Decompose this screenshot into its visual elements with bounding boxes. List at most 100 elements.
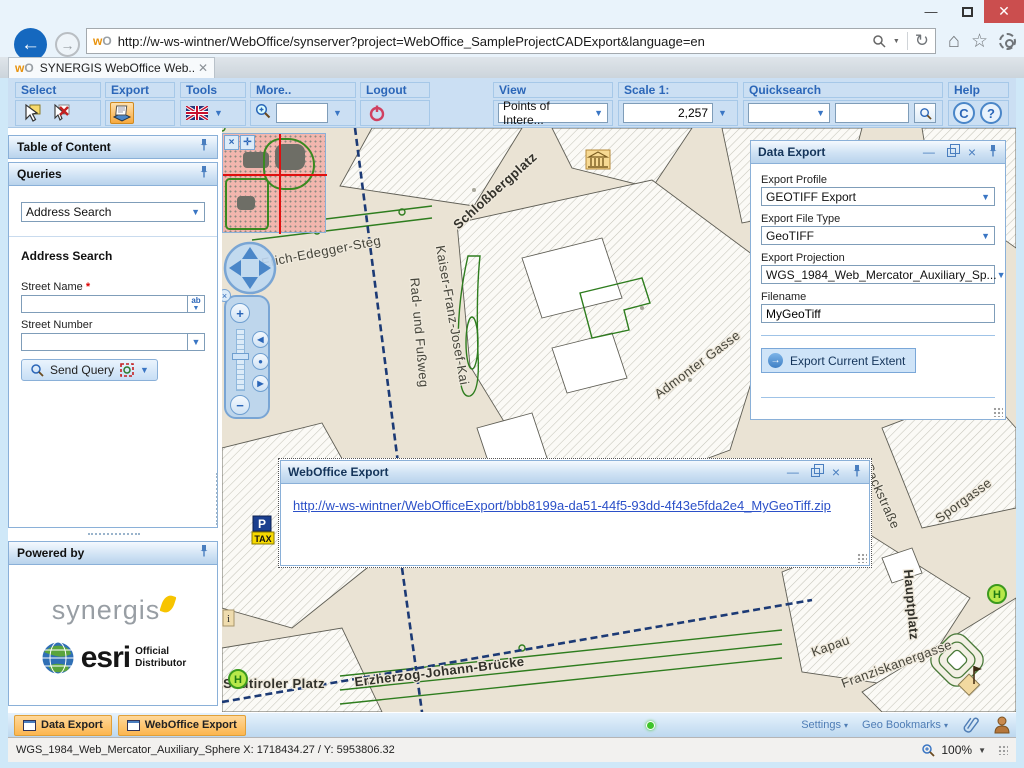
pin-icon[interactable] bbox=[852, 464, 862, 480]
zoom-out-button[interactable]: − bbox=[230, 395, 250, 415]
clear-selection-tool-icon[interactable] bbox=[49, 102, 73, 124]
more-scale-input[interactable] bbox=[276, 103, 328, 123]
street-name-sort-button[interactable]: ab▼ bbox=[187, 295, 205, 313]
export-current-extent-button[interactable]: → Export Current Extent bbox=[761, 348, 916, 373]
pin-icon[interactable] bbox=[199, 138, 209, 156]
language-flag-icon[interactable] bbox=[185, 102, 209, 124]
next-extent-button[interactable]: ▶ bbox=[252, 375, 269, 392]
attachment-paperclip-icon[interactable] bbox=[962, 715, 980, 735]
zoom-slider-track[interactable] bbox=[236, 329, 245, 391]
copyright-button[interactable]: C bbox=[953, 102, 975, 124]
logout-group: Logout bbox=[360, 82, 430, 126]
browser-tab[interactable]: wO SYNERGIS WebOffice Web... ✕ bbox=[8, 57, 215, 78]
map-splitter-handle[interactable] bbox=[216, 473, 218, 525]
powered-by-header[interactable]: Powered by bbox=[8, 541, 218, 565]
close-panel-icon[interactable]: × bbox=[832, 464, 840, 480]
settings-gear-icon[interactable] bbox=[999, 33, 1016, 50]
zoom-dropdown-caret[interactable]: ▼ bbox=[978, 746, 986, 755]
maximize-button[interactable] bbox=[950, 0, 984, 23]
street-number-label: Street Number bbox=[21, 319, 205, 331]
restore-panel-icon[interactable] bbox=[947, 148, 956, 157]
export-profile-select[interactable]: GEOTIFF Export▼ bbox=[761, 187, 995, 206]
view-select[interactable]: Points of Intere...▼ bbox=[498, 103, 608, 123]
search-dropdown-caret[interactable]: ▼ bbox=[893, 38, 900, 45]
dialog-resize-grip[interactable] bbox=[857, 553, 867, 563]
transit-stop-icon[interactable]: H bbox=[988, 585, 1006, 603]
query-form-title: Address Search bbox=[21, 249, 205, 263]
weboffice-export-task-button[interactable]: WebOffice Export bbox=[118, 715, 246, 736]
quicksearch-select[interactable]: ▼ bbox=[748, 103, 830, 123]
pin-icon[interactable] bbox=[199, 165, 209, 183]
refresh-icon[interactable]: ↻ bbox=[915, 31, 929, 51]
export-filetype-select[interactable]: GeoTIFF▼ bbox=[761, 226, 995, 245]
synergis-logo: synergis bbox=[52, 595, 175, 626]
table-of-content-header[interactable]: Table of Content bbox=[8, 135, 218, 159]
logout-power-icon[interactable] bbox=[365, 102, 389, 124]
window-resize-grip[interactable] bbox=[998, 745, 1008, 755]
close-button[interactable]: ✕ bbox=[984, 0, 1024, 23]
zoom-panel-close-icon[interactable]: × bbox=[222, 289, 231, 302]
sidebar-splitter[interactable] bbox=[88, 533, 140, 535]
tools-dropdown-caret[interactable]: ▼ bbox=[214, 108, 223, 118]
export-download-link[interactable]: http://w-ws-wintner/WebOfficeExport/bbb8… bbox=[293, 498, 831, 513]
url-box[interactable]: wO http://w-ws-wintner/WebOffice/synserv… bbox=[86, 28, 936, 54]
user-icon[interactable] bbox=[994, 716, 1010, 734]
select-tool-icon[interactable] bbox=[20, 102, 44, 124]
pin-icon[interactable] bbox=[988, 144, 998, 160]
taxi-icon[interactable]: TAX bbox=[252, 532, 274, 544]
browser-zoom-icon[interactable] bbox=[921, 743, 935, 757]
pin-icon[interactable] bbox=[199, 544, 209, 562]
home-icon[interactable]: ⌂ bbox=[948, 30, 960, 53]
info-icon[interactable]: i bbox=[223, 610, 234, 626]
default-extent-button[interactable]: ● bbox=[252, 353, 269, 370]
settings-menu[interactable]: Settings ▾ bbox=[801, 719, 848, 731]
street-name-label: Street Name * bbox=[21, 281, 205, 293]
panel-resize-grip[interactable] bbox=[993, 407, 1003, 417]
query-type-select[interactable]: Address Search▼ bbox=[21, 202, 205, 222]
parking-icon[interactable]: P bbox=[253, 516, 271, 531]
queries-header[interactable]: Queries bbox=[8, 162, 218, 186]
close-panel-icon[interactable]: × bbox=[968, 144, 976, 160]
street-number-dropdown[interactable]: ▼ bbox=[187, 333, 205, 351]
filename-input[interactable] bbox=[761, 304, 995, 323]
overview-move-icon[interactable]: ✛ bbox=[240, 135, 255, 150]
zoom-slider-thumb[interactable] bbox=[232, 353, 249, 360]
favorites-star-icon[interactable]: ☆ bbox=[971, 30, 988, 53]
geo-bookmarks-menu[interactable]: Geo Bookmarks ▾ bbox=[862, 719, 948, 731]
export-projection-select[interactable]: WGS_1984_Web_Mercator_Auxiliary_Sp...▼ bbox=[761, 265, 995, 284]
minimize-panel-icon[interactable]: — bbox=[923, 145, 935, 159]
data-export-panel-header[interactable]: Data Export — × bbox=[751, 141, 1005, 164]
export-filetype-label: Export File Type bbox=[761, 213, 995, 225]
scale-input[interactable] bbox=[623, 103, 713, 123]
quicksearch-input[interactable] bbox=[835, 103, 909, 123]
more-dropdown-caret[interactable]: ▼ bbox=[333, 108, 342, 118]
weboffice-export-dialog-header[interactable]: WebOffice Export — × bbox=[281, 461, 869, 484]
prev-extent-button[interactable]: ◀ bbox=[252, 331, 269, 348]
data-export-tool-icon[interactable] bbox=[110, 102, 134, 124]
minimize-button[interactable]: — bbox=[914, 0, 948, 23]
street-name-input[interactable] bbox=[21, 295, 187, 313]
send-query-caret[interactable]: ▼ bbox=[140, 365, 149, 375]
window-icon bbox=[127, 720, 140, 731]
street-number-input[interactable] bbox=[21, 333, 187, 351]
minimize-panel-icon[interactable]: — bbox=[787, 465, 799, 479]
forward-button[interactable]: → bbox=[55, 32, 80, 57]
transit-stop-icon[interactable]: H bbox=[229, 670, 247, 688]
quicksearch-button[interactable] bbox=[914, 103, 936, 123]
overview-map[interactable]: × ✛ bbox=[222, 133, 326, 233]
museum-icon[interactable] bbox=[586, 150, 610, 169]
pan-compass[interactable] bbox=[222, 240, 278, 296]
tab-close-icon[interactable]: ✕ bbox=[198, 61, 208, 75]
overview-close-icon[interactable]: × bbox=[224, 135, 239, 150]
search-icon[interactable] bbox=[872, 34, 886, 48]
send-query-button[interactable]: Send Query ▼ bbox=[21, 359, 158, 381]
restore-panel-icon[interactable] bbox=[811, 468, 820, 477]
zoom-in-button[interactable]: + bbox=[230, 303, 250, 323]
svg-text:TAX: TAX bbox=[254, 534, 271, 544]
zoom-in-icon[interactable] bbox=[255, 103, 271, 124]
map-canvas[interactable]: Erich-Edegger-Steg Schloßbergplatz Kaise… bbox=[222, 128, 1016, 712]
help-button[interactable]: ? bbox=[980, 102, 1002, 124]
scale-dropdown-caret[interactable]: ▼ bbox=[718, 108, 727, 118]
data-export-task-button[interactable]: Data Export bbox=[14, 715, 112, 736]
svg-text:i: i bbox=[227, 613, 230, 625]
